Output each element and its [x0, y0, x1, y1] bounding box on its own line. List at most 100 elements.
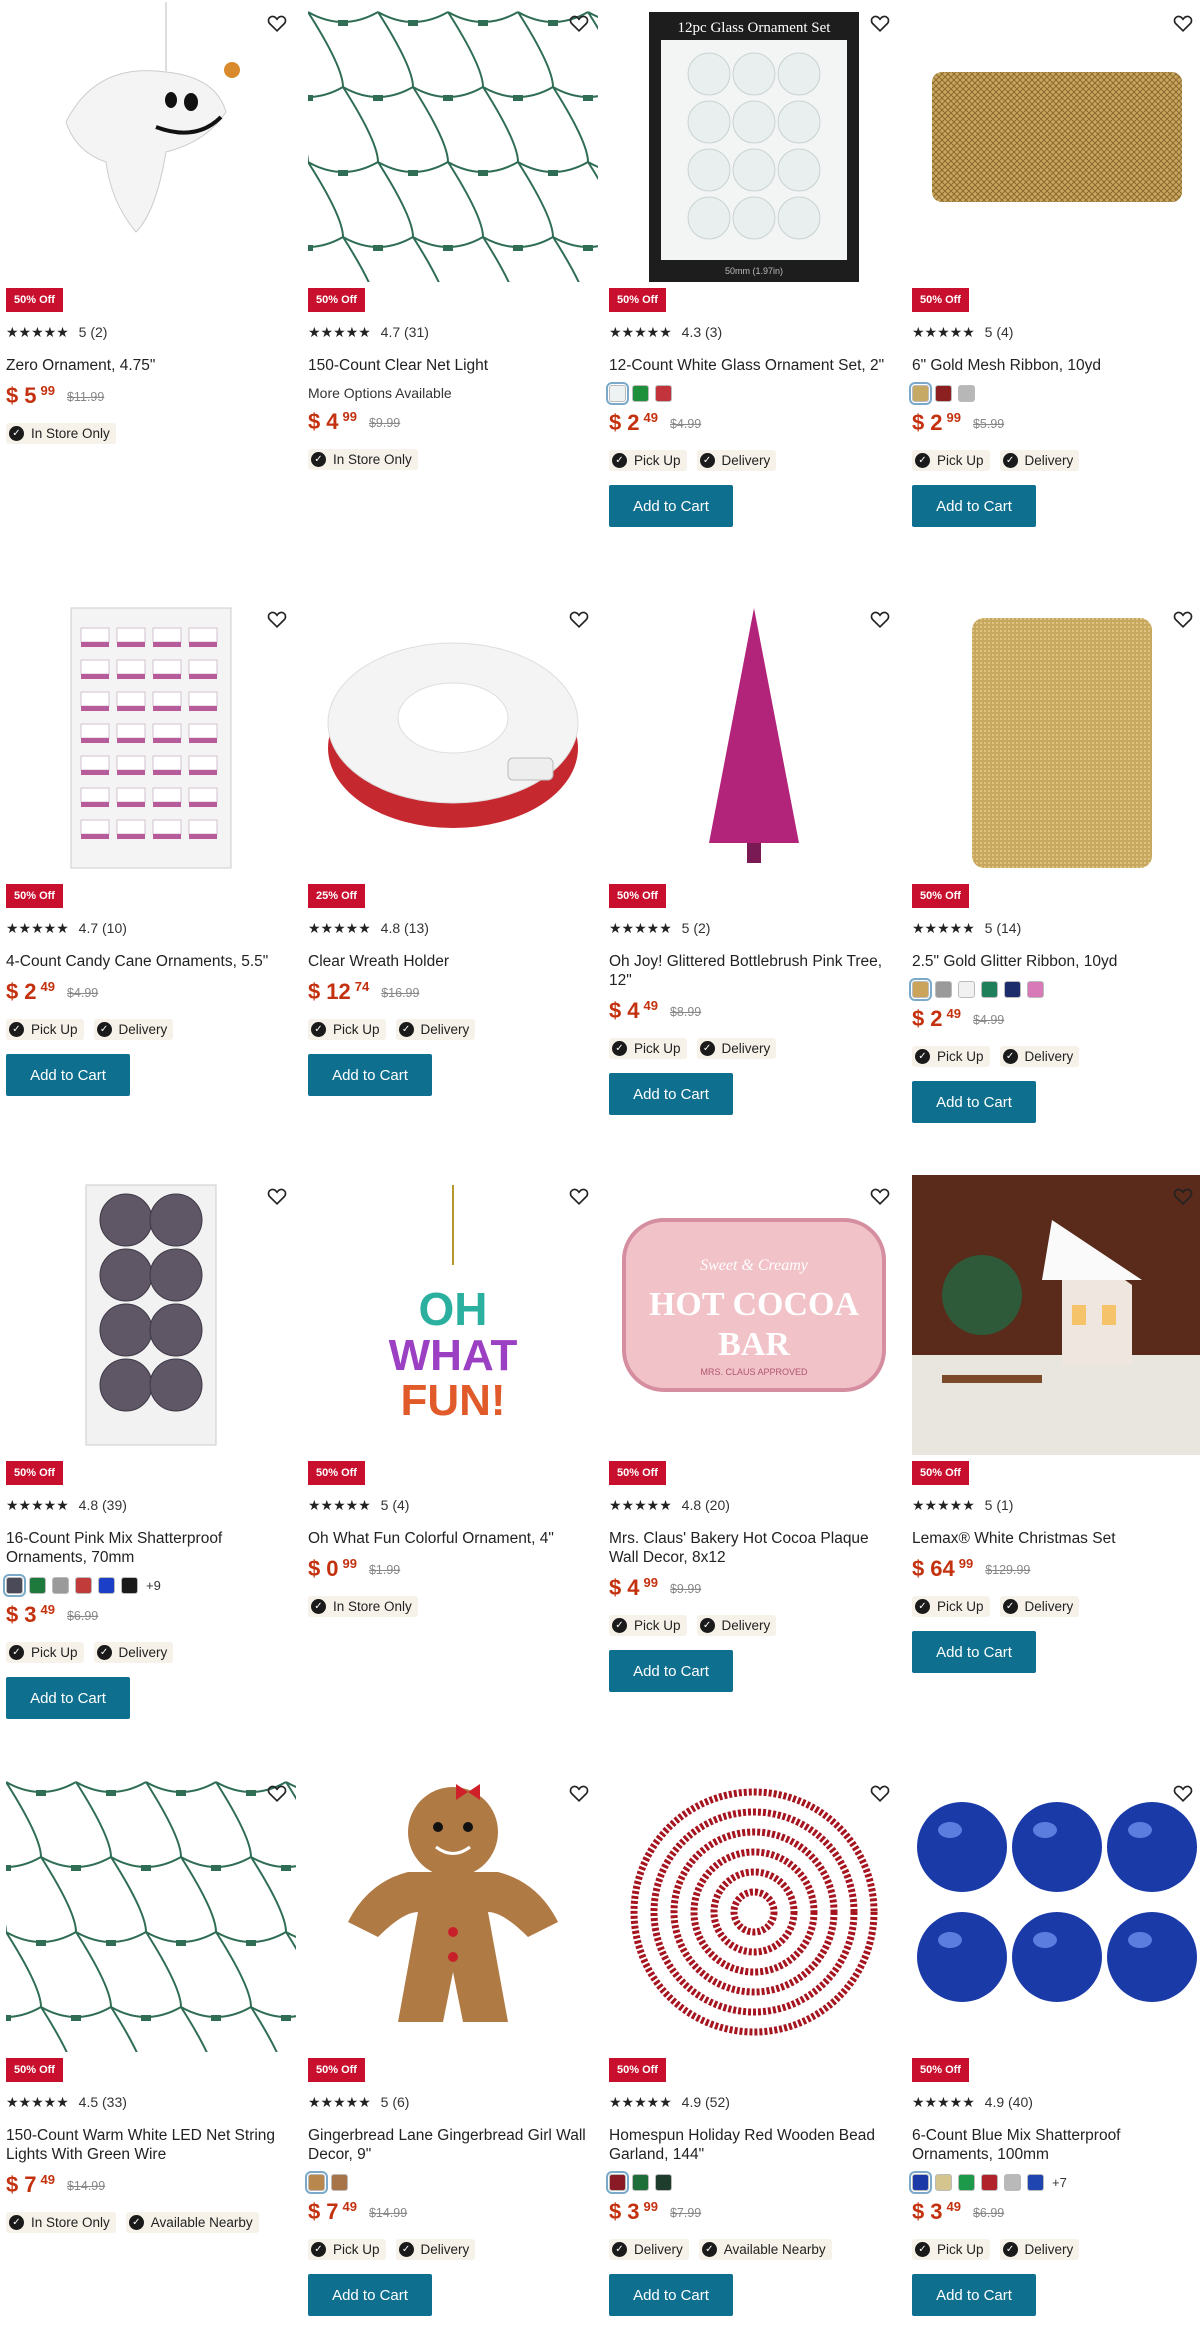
favorite-heart-icon[interactable] [1172, 1782, 1194, 1804]
color-swatch[interactable] [121, 1577, 138, 1594]
color-swatch[interactable] [1027, 981, 1044, 998]
color-swatch[interactable] [52, 1577, 69, 1594]
product-image[interactable] [6, 2, 296, 282]
color-swatch[interactable] [655, 2174, 672, 2191]
color-swatch[interactable] [655, 385, 672, 402]
add-to-cart-button[interactable]: Add to Cart [912, 1631, 1036, 1673]
rating[interactable]: ★★★★★ 4.5 (33) [6, 2094, 127, 2111]
color-swatch[interactable] [981, 2174, 998, 2191]
color-swatch[interactable] [935, 981, 952, 998]
color-swatch[interactable] [29, 1577, 46, 1594]
rating[interactable]: ★★★★★ 5 (14) [912, 920, 1021, 937]
product-image[interactable] [6, 1175, 296, 1455]
rating[interactable]: ★★★★★ 4.8 (13) [308, 920, 429, 937]
product-image[interactable] [308, 598, 598, 878]
rating[interactable]: ★★★★★ 5 (2) [609, 920, 710, 937]
product-title[interactable]: 4-Count Candy Cane Ornaments, 5.5" [6, 952, 296, 971]
product-title[interactable]: 16-Count Pink Mix Shatterproof Ornaments… [6, 1529, 296, 1567]
more-swatches-count[interactable]: +9 [146, 1578, 161, 1593]
color-swatch[interactable] [632, 385, 649, 402]
product-image[interactable] [609, 1772, 899, 2052]
favorite-heart-icon[interactable] [869, 608, 891, 630]
rating[interactable]: ★★★★★ 5 (2) [6, 324, 107, 341]
add-to-cart-button[interactable]: Add to Cart [912, 1081, 1036, 1123]
color-swatch[interactable] [935, 2174, 952, 2191]
rating[interactable]: ★★★★★ 4.9 (52) [609, 2094, 730, 2111]
favorite-heart-icon[interactable] [266, 1185, 288, 1207]
add-to-cart-button[interactable]: Add to Cart [6, 1677, 130, 1719]
product-title[interactable]: Mrs. Claus' Bakery Hot Cocoa Plaque Wall… [609, 1529, 899, 1567]
favorite-heart-icon[interactable] [869, 1185, 891, 1207]
favorite-heart-icon[interactable] [1172, 1185, 1194, 1207]
rating[interactable]: ★★★★★ 4.7 (10) [6, 920, 127, 937]
favorite-heart-icon[interactable] [1172, 608, 1194, 630]
product-title[interactable]: 6" Gold Mesh Ribbon, 10yd [912, 356, 1200, 375]
product-image[interactable] [6, 1772, 296, 2052]
favorite-heart-icon[interactable] [869, 1782, 891, 1804]
product-image[interactable] [6, 598, 296, 878]
product-title[interactable]: 2.5" Gold Glitter Ribbon, 10yd [912, 952, 1200, 971]
color-swatch[interactable] [1004, 2174, 1021, 2191]
product-title[interactable]: Clear Wreath Holder [308, 952, 598, 971]
color-swatches[interactable]: +9 [3, 1574, 296, 1597]
favorite-heart-icon[interactable] [568, 608, 590, 630]
color-swatches[interactable] [305, 2171, 598, 2194]
favorite-heart-icon[interactable] [266, 1782, 288, 1804]
color-swatches[interactable]: +7 [909, 2171, 1200, 2194]
product-title[interactable]: Oh Joy! Glittered Bottlebrush Pink Tree,… [609, 952, 899, 990]
rating[interactable]: ★★★★★ 5 (1) [912, 1497, 1013, 1514]
product-title[interactable]: 12-Count White Glass Ornament Set, 2" [609, 356, 899, 375]
color-swatch[interactable] [909, 2171, 932, 2194]
product-title[interactable]: Lemax® White Christmas Set [912, 1529, 1200, 1548]
add-to-cart-button[interactable]: Add to Cart [609, 485, 733, 527]
color-swatch[interactable] [935, 385, 952, 402]
rating[interactable]: ★★★★★ 5 (6) [308, 2094, 409, 2111]
color-swatch[interactable] [958, 385, 975, 402]
rating[interactable]: ★★★★★ 4.8 (39) [6, 1497, 127, 1514]
color-swatch[interactable] [75, 1577, 92, 1594]
add-to-cart-button[interactable]: Add to Cart [609, 1650, 733, 1692]
rating[interactable]: ★★★★★ 4.7 (31) [308, 324, 429, 341]
product-title[interactable]: Homespun Holiday Red Wooden Bead Garland… [609, 2126, 899, 2164]
product-image[interactable] [308, 2, 598, 282]
product-image[interactable] [912, 2, 1200, 282]
add-to-cart-button[interactable]: Add to Cart [609, 1073, 733, 1115]
product-image[interactable]: 12pc Glass Ornament Set 50mm (1.97in) [609, 2, 899, 282]
color-swatch[interactable] [606, 2171, 629, 2194]
product-image[interactable] [609, 598, 899, 878]
add-to-cart-button[interactable]: Add to Cart [912, 485, 1036, 527]
color-swatch[interactable] [606, 382, 629, 405]
color-swatch[interactable] [98, 1577, 115, 1594]
rating[interactable]: ★★★★★ 5 (4) [912, 324, 1013, 341]
color-swatches[interactable] [909, 978, 1200, 1001]
color-swatch[interactable] [1004, 981, 1021, 998]
add-to-cart-button[interactable]: Add to Cart [609, 2274, 733, 2316]
add-to-cart-button[interactable]: Add to Cart [6, 1054, 130, 1096]
product-image[interactable] [308, 1772, 598, 2052]
product-title[interactable]: Oh What Fun Colorful Ornament, 4" [308, 1529, 598, 1548]
color-swatch[interactable] [909, 978, 932, 1001]
product-title[interactable]: 150-Count Clear Net Light [308, 356, 598, 375]
product-image[interactable]: OH WHAT FUN! [308, 1175, 598, 1455]
rating[interactable]: ★★★★★ 5 (4) [308, 1497, 409, 1514]
favorite-heart-icon[interactable] [568, 1782, 590, 1804]
color-swatch[interactable] [1027, 2174, 1044, 2191]
color-swatches[interactable] [909, 382, 1200, 405]
favorite-heart-icon[interactable] [266, 12, 288, 34]
color-swatches[interactable] [606, 2171, 899, 2194]
color-swatch[interactable] [958, 2174, 975, 2191]
color-swatches[interactable] [606, 382, 899, 405]
rating[interactable]: ★★★★★ 4.8 (20) [609, 1497, 730, 1514]
product-title[interactable]: Zero Ornament, 4.75" [6, 356, 296, 375]
product-title[interactable]: Gingerbread Lane Gingerbread Girl Wall D… [308, 2126, 598, 2164]
more-swatches-count[interactable]: +7 [1052, 2175, 1067, 2190]
color-swatch[interactable] [331, 2174, 348, 2191]
add-to-cart-button[interactable]: Add to Cart [308, 1054, 432, 1096]
add-to-cart-button[interactable]: Add to Cart [308, 2274, 432, 2316]
color-swatch[interactable] [632, 2174, 649, 2191]
product-image[interactable]: Sweet & Creamy HOT COCOA BAR MRS. CLAUS APP… [609, 1175, 899, 1455]
favorite-heart-icon[interactable] [568, 1185, 590, 1207]
product-image[interactable] [912, 1175, 1200, 1455]
color-swatch[interactable] [958, 981, 975, 998]
product-image[interactable] [912, 1772, 1200, 2052]
